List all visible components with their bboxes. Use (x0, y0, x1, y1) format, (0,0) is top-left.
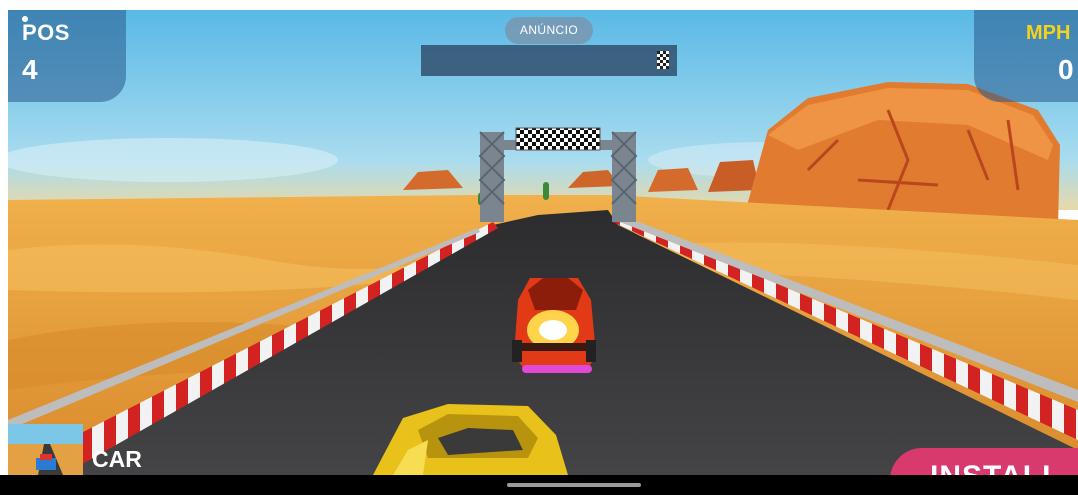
ad-game-thumbnail[interactable] (8, 424, 83, 475)
speed-label: MPH (1026, 22, 1071, 44)
checkered-close-icon[interactable] (657, 51, 669, 69)
game-viewport[interactable]: POS 4 MPH 0 ANÚNCIO CAR INSTALL (8, 10, 1078, 475)
race-scene (8, 10, 1078, 475)
ad-label: ANÚNCIO (505, 17, 593, 44)
system-nav-bar (0, 475, 1078, 495)
position-label: POS (22, 20, 70, 45)
ad-banner[interactable] (421, 45, 677, 76)
position-panel: POS 4 (8, 10, 126, 102)
install-button[interactable]: INSTALL (890, 448, 1078, 475)
thumbnail-image (8, 424, 83, 475)
rival-car (512, 278, 596, 373)
speed-panel: MPH 0 (974, 10, 1078, 102)
position-value: 4 (22, 54, 38, 85)
home-indicator[interactable] (507, 483, 641, 487)
speed-value: 0 (1058, 54, 1074, 85)
ad-game-title: CAR (92, 446, 142, 472)
